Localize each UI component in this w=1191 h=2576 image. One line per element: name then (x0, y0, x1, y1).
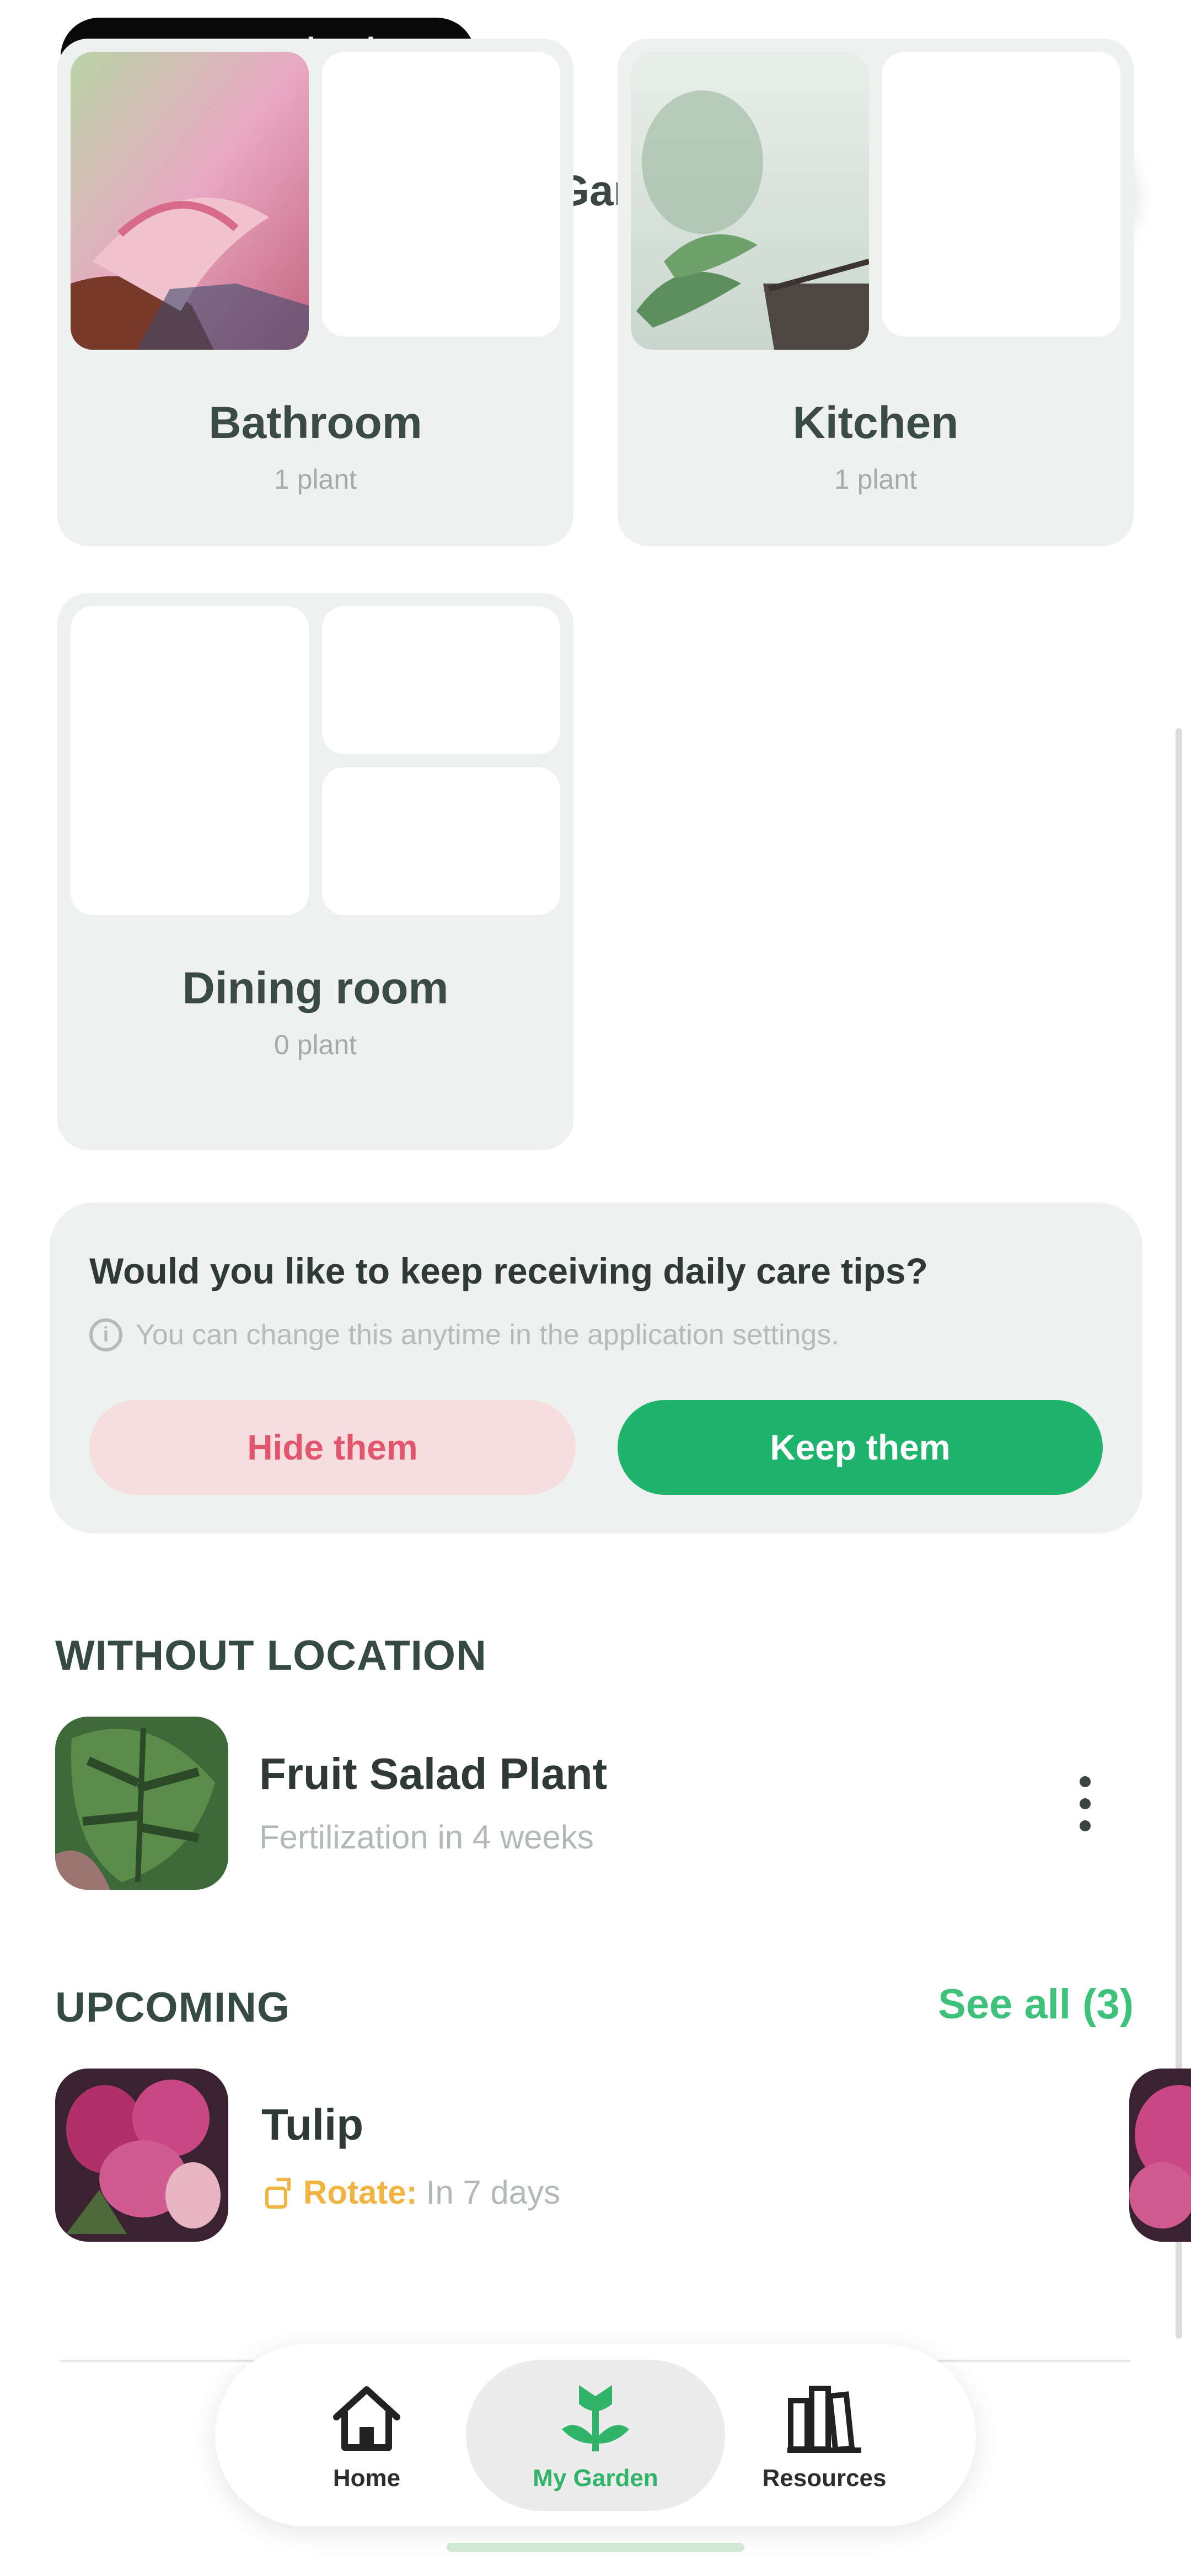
care-tips-card: Would you like to keep receiving daily c… (50, 1203, 1142, 1533)
more-options-icon[interactable] (1074, 1776, 1096, 1831)
plant-care-status: Fertilization in 4 weeks (259, 1819, 594, 1856)
dining-photo-slot-top (322, 606, 560, 754)
nav-label-home: Home (332, 2465, 401, 2492)
room-name: Kitchen (792, 398, 959, 448)
nav-item-home[interactable]: Home (237, 2360, 496, 2511)
room-card-bathroom[interactable]: Bathroom 1 plant (57, 39, 573, 546)
nav-item-my-garden[interactable]: My Garden (466, 2360, 725, 2511)
section-heading-upcoming: UPCOMING (55, 1984, 290, 2031)
kitchen-photo-slot (882, 52, 1120, 336)
info-icon: i (89, 1318, 122, 1351)
books-icon (787, 2386, 861, 2453)
dining-photo-slot-main (71, 606, 309, 915)
room-name: Dining room (182, 963, 449, 1013)
home-icon (333, 2386, 400, 2451)
task-due: In 7 days (426, 2174, 561, 2211)
task-line: Rotate: In 7 days (261, 2173, 560, 2211)
care-tips-note-text: You can change this anytime in the appli… (136, 1319, 839, 1351)
nav-label-my-garden: My Garden (533, 2465, 658, 2492)
care-tips-question: Would you like to keep receiving daily c… (89, 1250, 928, 1291)
hide-tips-button[interactable]: Hide them (89, 1400, 576, 1495)
room-plant-count: 0 plant (273, 1029, 357, 1060)
rotate-icon (265, 2177, 291, 2209)
section-heading-without-location: WITHOUT LOCATION (55, 1632, 487, 1679)
plant-name: Tulip (261, 2100, 364, 2149)
room-name: Bathroom (208, 398, 422, 448)
tulip-photo (55, 2069, 228, 2242)
dining-photo-slot-bottom (322, 767, 560, 915)
fruit-salad-plant-photo (55, 1717, 228, 1890)
nav-label-resources: Resources (762, 2465, 887, 2492)
keep-tips-button[interactable]: Keep them (618, 1400, 1103, 1495)
care-tips-note: i You can change this anytime in the app… (89, 1318, 839, 1351)
plant-name: Fruit Salad Plant (259, 1749, 608, 1798)
plant-icon (562, 2385, 629, 2451)
bottom-navigation: Home My Garden Resources (215, 2344, 976, 2526)
home-indicator (447, 2543, 744, 2552)
room-plant-count: 1 plant (834, 464, 918, 495)
room-card-kitchen[interactable]: Kitchen 1 plant (618, 39, 1134, 546)
next-task-card-peek[interactable] (1129, 2069, 1191, 2242)
nav-item-resources[interactable]: Resources (695, 2360, 954, 2511)
room-plant-count: 1 plant (273, 464, 357, 495)
bathroom-photo-slot (322, 52, 560, 336)
room-card-dining-room[interactable]: Dining room 0 plant (57, 593, 573, 1150)
kitchen-plant-photo (631, 52, 869, 350)
bathroom-plant-photo (71, 52, 309, 350)
see-all-link[interactable]: See all (3) (938, 1980, 1134, 2028)
task-type: Rotate: (303, 2174, 417, 2211)
